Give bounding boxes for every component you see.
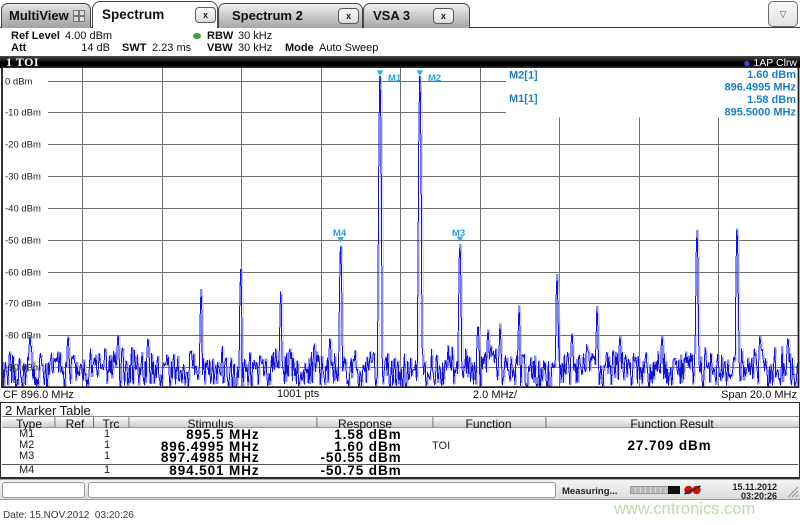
svg-text:-50 dBm: -50 dBm [5,236,41,247]
svg-text:-70 dBm: -70 dBm [5,299,41,310]
svg-text:M2: M2 [428,73,441,84]
svg-text:M3: M3 [452,228,465,239]
svg-text:-10 dBm: -10 dBm [5,108,41,119]
svg-text:895.5000 MHz: 895.5000 MHz [724,107,796,119]
svg-text:M1[1]: M1[1] [509,93,538,105]
svg-text:M2[1]: M2[1] [509,70,538,82]
svg-text:-90 dBm: -90 dBm [5,363,41,374]
svg-text:0 dBm: 0 dBm [5,77,33,88]
svg-text:-60 dBm: -60 dBm [5,268,41,279]
svg-text:M4: M4 [333,228,347,239]
svg-text:-20 dBm: -20 dBm [5,140,41,151]
svg-text:-40 dBm: -40 dBm [5,204,41,215]
svg-text:896.4995 MHz: 896.4995 MHz [724,82,796,94]
svg-text:-80 dBm: -80 dBm [5,331,41,342]
svg-text:M1: M1 [388,73,402,84]
svg-text:-30 dBm: -30 dBm [5,172,41,183]
svg-text:1.60 dBm: 1.60 dBm [747,69,796,81]
svg-text:1.58 dBm: 1.58 dBm [747,94,796,106]
